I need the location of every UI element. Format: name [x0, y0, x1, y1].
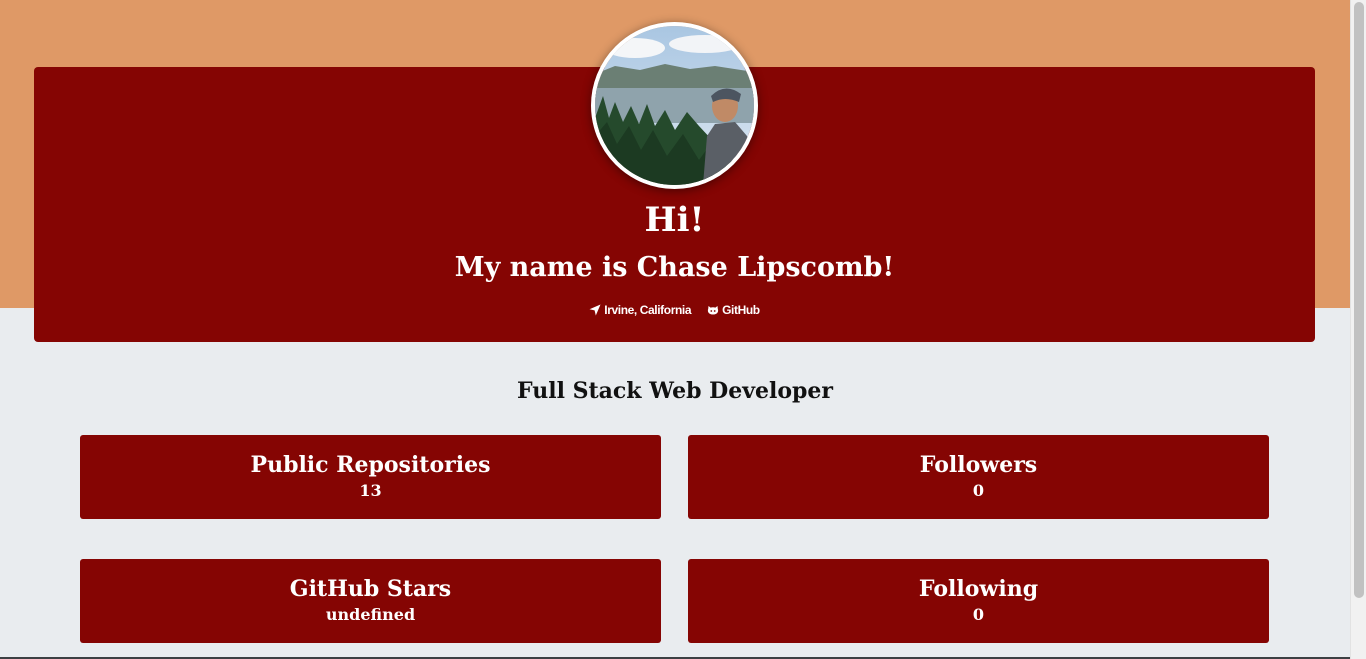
stat-label: Public Repositories: [250, 452, 491, 478]
stat-value: 13: [359, 481, 382, 500]
stat-card-github-stars: GitHub Stars undefined: [80, 559, 661, 643]
name-heading: My name is Chase Lipscomb!: [454, 252, 895, 283]
scrollbar-thumb[interactable]: [1354, 2, 1364, 598]
stat-label: Followers: [919, 452, 1038, 478]
stat-card-followers: Followers 0: [688, 435, 1269, 519]
stat-card-public-repositories: Public Repositories 13: [80, 435, 661, 519]
stat-value: 0: [972, 481, 985, 500]
stat-label: Following: [918, 576, 1039, 602]
location-label: Irvine, California: [604, 303, 692, 317]
github-icon: [707, 304, 719, 316]
github-label: GitHub: [722, 303, 760, 317]
greeting-heading: Hi!: [644, 200, 705, 240]
location-link[interactable]: Irvine, California: [589, 303, 692, 317]
profile-avatar: [591, 22, 758, 189]
role-title: Full Stack Web Developer: [516, 378, 833, 404]
location-arrow-icon: [589, 304, 601, 316]
github-link[interactable]: GitHub: [707, 303, 760, 317]
profile-links: Irvine, California GitHub: [34, 303, 1315, 317]
stat-card-following: Following 0: [688, 559, 1269, 643]
vertical-scrollbar[interactable]: [1350, 0, 1366, 659]
stat-value: undefined: [325, 605, 416, 624]
stat-value: 0: [972, 605, 985, 624]
stat-label: GitHub Stars: [289, 576, 452, 602]
